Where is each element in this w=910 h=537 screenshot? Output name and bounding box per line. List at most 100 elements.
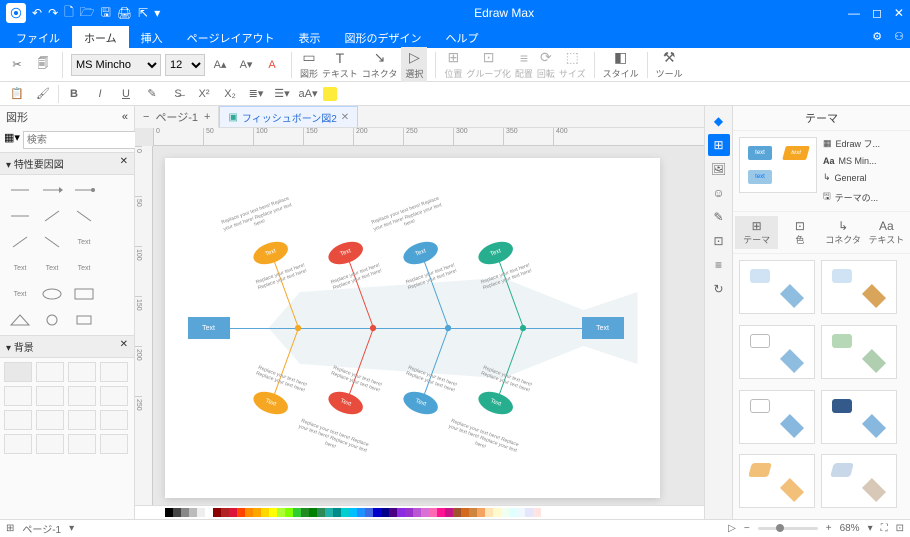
- theme-item[interactable]: [739, 390, 815, 444]
- theme-prop[interactable]: ▦Edraw フ...: [823, 137, 904, 150]
- color-swatch[interactable]: [325, 508, 333, 517]
- cause-oval[interactable]: Text: [475, 387, 516, 418]
- color-swatch[interactable]: [405, 508, 413, 517]
- color-swatch[interactable]: [389, 508, 397, 517]
- bg-item[interactable]: [100, 386, 128, 406]
- rail-theme-icon[interactable]: ◆: [708, 110, 730, 132]
- bg-item[interactable]: [68, 362, 96, 382]
- shape-item[interactable]: [38, 181, 66, 199]
- strike-icon[interactable]: S̶: [167, 85, 189, 103]
- bg-item[interactable]: [36, 410, 64, 430]
- color-swatch[interactable]: [173, 508, 181, 517]
- color-swatch[interactable]: [373, 508, 381, 517]
- color-swatch[interactable]: [245, 508, 253, 517]
- shape-item[interactable]: [38, 207, 66, 225]
- theme-item[interactable]: [739, 325, 815, 379]
- align-group[interactable]: ≡配置: [515, 50, 533, 80]
- linespace-icon[interactable]: ☰▾: [271, 85, 293, 103]
- library-icon[interactable]: ▦▾: [4, 131, 20, 149]
- tool-group[interactable]: ⚒ツール: [656, 49, 683, 80]
- color-swatch[interactable]: [229, 508, 237, 517]
- bg-item[interactable]: [4, 386, 32, 406]
- group-group[interactable]: ⊡グループ化: [466, 49, 510, 80]
- rail-history-icon[interactable]: ↻: [708, 278, 730, 300]
- rail-layout-icon[interactable]: ⊞: [708, 134, 730, 156]
- maximize-icon[interactable]: ◻: [872, 6, 882, 20]
- copy-icon[interactable]: 🗐: [32, 54, 54, 76]
- cause-text[interactable]: Replace your text here! Replace your tex…: [251, 261, 311, 293]
- cause-endtext[interactable]: Replace your text here! Replace your tex…: [216, 194, 298, 240]
- shape-item[interactable]: [6, 181, 34, 199]
- bg-item[interactable]: [4, 410, 32, 430]
- print-icon[interactable]: 🖨: [117, 6, 132, 20]
- shape-item[interactable]: Text: [38, 259, 66, 277]
- fish-tail[interactable]: Text: [582, 317, 624, 339]
- color-swatch[interactable]: [197, 508, 205, 517]
- color-swatch[interactable]: [501, 508, 509, 517]
- play-icon[interactable]: ▷: [728, 523, 736, 534]
- undo-icon[interactable]: ↶: [32, 6, 42, 20]
- theme-item[interactable]: [821, 260, 897, 314]
- page-next-icon[interactable]: +: [204, 111, 210, 123]
- bg-item[interactable]: [36, 386, 64, 406]
- page-dropdown-icon[interactable]: ▾: [69, 523, 74, 534]
- theme-tab-color[interactable]: ⊡色: [778, 216, 821, 249]
- save-icon[interactable]: 🖫: [101, 3, 111, 24]
- position-group[interactable]: ⊞位置: [444, 49, 462, 80]
- size-group[interactable]: ⬚サイズ: [559, 49, 586, 80]
- format-painter-icon[interactable]: 🖌: [32, 85, 54, 103]
- color-swatch[interactable]: [253, 508, 261, 517]
- cause-endtext[interactable]: Replace your text here! Replace your tex…: [366, 194, 448, 240]
- color-swatch[interactable]: [285, 508, 293, 517]
- bg-item[interactable]: [100, 362, 128, 382]
- color-swatch[interactable]: [277, 508, 285, 517]
- bg-item[interactable]: [4, 362, 32, 382]
- color-swatch[interactable]: [381, 508, 389, 517]
- color-swatch[interactable]: [221, 508, 229, 517]
- menu-help[interactable]: ヘルプ: [433, 26, 490, 48]
- text-highlight-icon[interactable]: [323, 87, 337, 101]
- bullets-icon[interactable]: ≣▾: [245, 85, 267, 103]
- cause-text[interactable]: Replace your text here! Replace your tex…: [251, 363, 311, 395]
- bg-item[interactable]: [100, 434, 128, 454]
- qat-more-icon[interactable]: ▾: [154, 6, 160, 20]
- menu-insert[interactable]: 挿入: [129, 26, 175, 48]
- color-swatch[interactable]: [213, 508, 221, 517]
- redo-icon[interactable]: ↷: [48, 6, 58, 20]
- theme-prop[interactable]: 🖫テーマの...: [823, 189, 904, 205]
- color-swatch[interactable]: [341, 508, 349, 517]
- color-swatch[interactable]: [437, 508, 445, 517]
- color-swatch[interactable]: [397, 508, 405, 517]
- color-swatch[interactable]: [301, 508, 309, 517]
- color-swatch[interactable]: [269, 508, 277, 517]
- shape-item[interactable]: [6, 207, 34, 225]
- theme-item[interactable]: [821, 454, 897, 508]
- shape-item[interactable]: [38, 285, 66, 303]
- rail-icon-icon[interactable]: ☺: [708, 182, 730, 204]
- color-swatch[interactable]: [445, 508, 453, 517]
- color-swatch[interactable]: [309, 508, 317, 517]
- color-swatch[interactable]: [525, 508, 533, 517]
- color-swatch[interactable]: [509, 508, 517, 517]
- cause-oval[interactable]: Text: [475, 237, 516, 268]
- color-swatch[interactable]: [181, 508, 189, 517]
- shape-item[interactable]: [70, 207, 98, 225]
- color-swatch[interactable]: [477, 508, 485, 517]
- color-swatch[interactable]: [517, 508, 525, 517]
- color-swatch[interactable]: [429, 508, 437, 517]
- italic-icon[interactable]: I: [89, 85, 111, 103]
- textcase-icon[interactable]: aA▾: [297, 85, 319, 103]
- export-icon[interactable]: ⇱: [138, 6, 148, 20]
- font-grow-icon[interactable]: A▴: [209, 54, 231, 76]
- font-color-icon[interactable]: A: [261, 54, 283, 76]
- cause-oval[interactable]: Text: [250, 237, 291, 268]
- shape-item[interactable]: [6, 311, 34, 329]
- bg-item[interactable]: [68, 410, 96, 430]
- zoom-in-icon[interactable]: +: [826, 523, 832, 534]
- rail-chart-icon[interactable]: ⊡: [708, 230, 730, 252]
- shape-item[interactable]: [70, 311, 98, 329]
- theme-tab-connector[interactable]: ↳コネクタ: [822, 216, 865, 249]
- font-size-select[interactable]: 12: [165, 54, 205, 76]
- paste-icon[interactable]: 📋: [6, 85, 28, 103]
- color-swatch[interactable]: [349, 508, 357, 517]
